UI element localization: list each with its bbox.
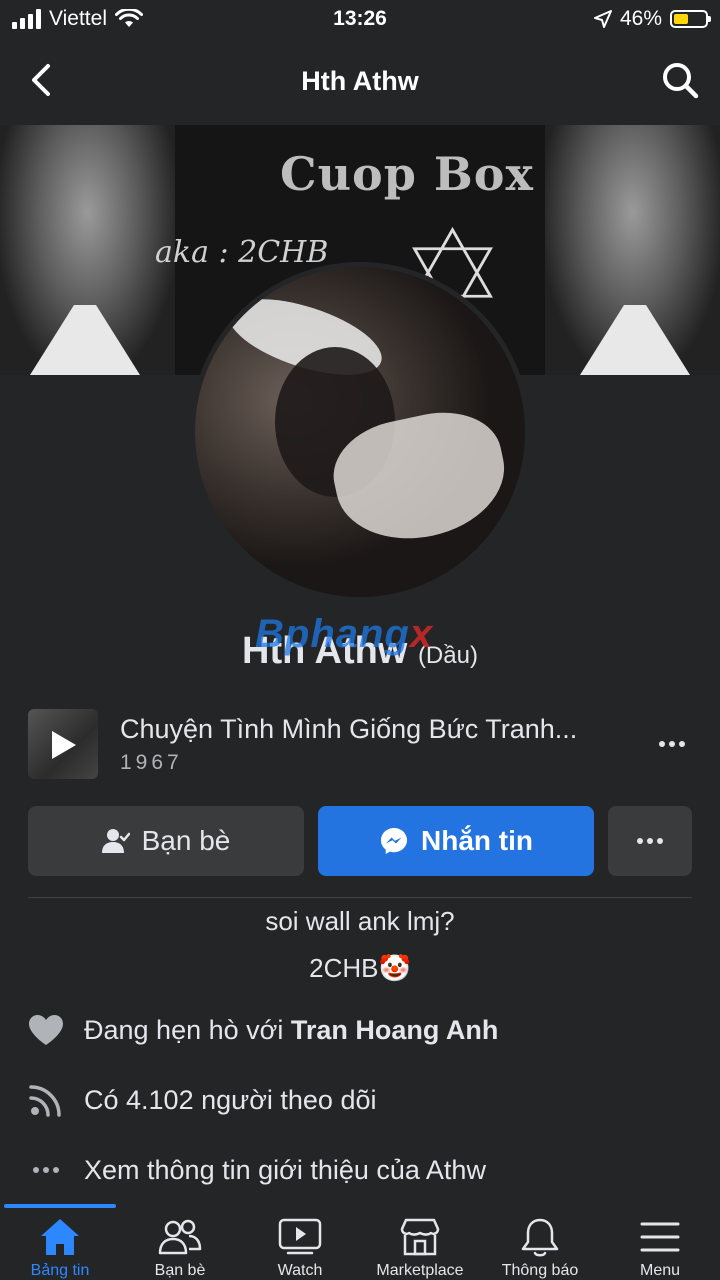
nav-label-watch: Watch (277, 1262, 323, 1279)
nav-item-menu[interactable]: Menu (600, 1204, 720, 1280)
search-icon[interactable] (660, 60, 700, 100)
signal-icon (12, 9, 41, 29)
location-arrow-icon (593, 10, 612, 28)
play-icon (52, 731, 76, 759)
watermark: Bphangx (255, 612, 433, 657)
more-horizontal-icon (28, 1152, 64, 1188)
nav-item-notifications[interactable]: Thông báo (480, 1204, 600, 1280)
watch-icon (278, 1216, 322, 1258)
status-left: Viettel (12, 7, 143, 31)
watermark-text: Bphang (255, 612, 410, 656)
heart-icon (28, 1012, 64, 1048)
friends-button-label: Bạn bè (141, 825, 231, 856)
profile-actions: Bạn bè Nhắn tin (28, 806, 692, 876)
nav-item-marketplace[interactable]: Marketplace (360, 1204, 480, 1280)
about-text: Xem thông tin giới thiệu của Athw (84, 1154, 486, 1185)
status-right: 46% (593, 7, 711, 31)
about-row[interactable]: Xem thông tin giới thiệu của Athw (28, 1145, 692, 1195)
battery-fill (674, 14, 688, 24)
nav-label-marketplace: Marketplace (376, 1262, 464, 1279)
nav-active-indicator (4, 1204, 116, 1208)
cover-title: Cuop Box (280, 147, 534, 201)
nav-label-notifications: Thông báo (501, 1262, 579, 1279)
bio-line-1: soi wall ank lmj? (265, 906, 455, 936)
friend-check-icon (101, 829, 130, 853)
profile-music[interactable]: Chuyện Tình Mình Giống Bức Tranh... 1967 (28, 708, 692, 780)
nav-item-watch[interactable]: Watch (240, 1204, 360, 1280)
rss-icon (28, 1082, 64, 1118)
page-title: Hth Athw (301, 65, 419, 96)
music-more-icon[interactable] (652, 729, 692, 759)
music-year: 1967 (120, 750, 183, 774)
divider (28, 897, 692, 898)
nav-label-feed: Bảng tin (30, 1262, 90, 1279)
home-icon (38, 1216, 82, 1258)
music-thumbnail[interactable] (28, 709, 98, 779)
battery-icon (670, 10, 711, 28)
followers-text: Có 4.102 người theo dõi (84, 1084, 377, 1115)
battery-percent: 46% (619, 7, 662, 30)
profile-header: Hth Athw (0, 40, 720, 122)
more-options-button[interactable] (608, 806, 692, 876)
followers-row[interactable]: Có 4.102 người theo dõi (28, 1075, 692, 1125)
watermark-x: x (409, 612, 434, 656)
bottom-navigation: Bảng tin Bạn bè Watch Marketplace Thông … (0, 1204, 720, 1280)
marketplace-icon (398, 1216, 442, 1258)
relationship-text: Đang hẹn hò với Tran Hoang Anh (84, 1015, 498, 1046)
menu-icon (638, 1216, 682, 1258)
bio-line-2: 2CHB🤡 (309, 953, 411, 983)
nav-item-feed[interactable]: Bảng tin (0, 1204, 120, 1280)
status-bar: Viettel 13:26 46% (0, 0, 720, 38)
carrier-label: Viettel (49, 7, 107, 30)
message-button-label: Nhắn tin (421, 825, 533, 856)
relationship-prefix: Đang hẹn hò với (84, 1014, 291, 1045)
bell-icon (518, 1216, 562, 1258)
music-song-title: Chuyện Tình Mình Giống Bức Tranh... (120, 713, 578, 744)
back-arrow-icon[interactable] (24, 60, 60, 100)
avatar-photo (195, 267, 525, 597)
nav-label-menu: Menu (639, 1262, 681, 1279)
friends-icon (158, 1216, 202, 1258)
friends-button[interactable]: Bạn bè (28, 806, 304, 876)
relationship-row[interactable]: Đang hẹn hò với Tran Hoang Anh (28, 1005, 692, 1055)
cover-aka: aka : 2CHB (155, 235, 329, 270)
wifi-icon (115, 9, 143, 27)
nav-label-friends: Bạn bè (154, 1262, 206, 1279)
nav-item-friends[interactable]: Bạn bè (120, 1204, 240, 1280)
messenger-icon (381, 828, 407, 854)
profile-avatar[interactable] (190, 262, 530, 602)
relationship-partner[interactable]: Tran Hoang Anh (291, 1015, 499, 1045)
message-button[interactable]: Nhắn tin (318, 806, 594, 876)
music-meta: Chuyện Tình Mình Giống Bức Tranh... 1967 (120, 714, 652, 775)
